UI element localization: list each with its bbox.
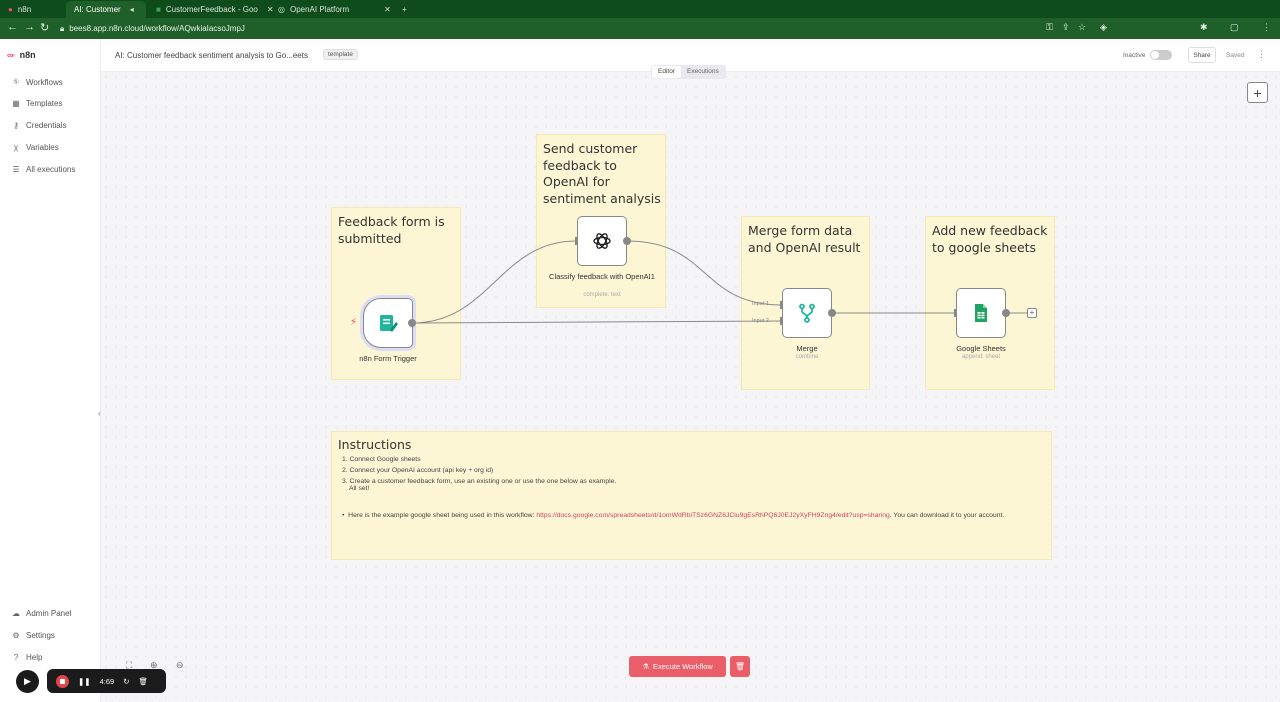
- recording-timer: 4:69: [99, 676, 115, 686]
- input-label: Input 1: [752, 301, 769, 307]
- node-label: Merge: [796, 344, 818, 353]
- merge-icon: [799, 303, 815, 323]
- input-label: Input 2: [752, 318, 769, 324]
- screen-recorder-bar: ❚❚ 4:69 ↻ 🗑︎: [47, 669, 166, 693]
- trash-icon[interactable]: 🗑︎: [138, 677, 148, 686]
- node-subtitle: combine: [795, 354, 819, 360]
- google-sheets-icon: [975, 304, 987, 322]
- output-handle[interactable]: [828, 309, 836, 317]
- output-handle[interactable]: [623, 237, 631, 245]
- instruction-step: 3. Create a customer feedback form, use …: [342, 478, 617, 492]
- node-form-trigger[interactable]: [363, 298, 413, 348]
- instruction-step: 2. Connect your OpenAI account (api key …: [342, 467, 494, 474]
- instruction-step: 1. Connect Google sheets: [342, 456, 421, 463]
- output-handle[interactable]: [408, 319, 416, 327]
- node-google-sheets[interactable]: [956, 288, 1006, 338]
- output-handle[interactable]: [1002, 309, 1010, 317]
- add-node-plus-icon[interactable]: +: [1027, 308, 1037, 318]
- node-label: Google Sheets: [956, 344, 1006, 353]
- openai-icon: [593, 233, 611, 249]
- pause-icon[interactable]: ❚❚: [78, 677, 91, 686]
- sticky-note-instructions[interactable]: Instructions 1. Connect Google sheets 2.…: [331, 431, 1052, 560]
- node-label: n8n Form Trigger: [359, 354, 417, 363]
- execute-workflow-button[interactable]: ⚗ Execute Workflow: [629, 656, 726, 677]
- node-openai[interactable]: [577, 216, 627, 266]
- node-subtitle: complete: text: [583, 292, 621, 298]
- delete-button[interactable]: 🗑︎: [730, 656, 750, 677]
- flask-icon: ⚗: [642, 662, 649, 671]
- instruction-bullet: • Here is the example google sheet being…: [342, 512, 1005, 519]
- node-label: Classify feedback with OpenAI1: [549, 272, 655, 281]
- connection-trigger-merge: [411, 320, 783, 324]
- node-merge[interactable]: [782, 288, 832, 338]
- zoom-out-icon[interactable]: ⊖: [176, 660, 184, 671]
- connection-trigger-openai: [411, 240, 577, 324]
- form-icon: [380, 315, 398, 332]
- instructions-title: Instructions: [338, 437, 412, 452]
- trash-icon: 🗑︎: [734, 662, 746, 671]
- example-sheet-link[interactable]: https://docs.google.com/spreadsheets/d/1…: [536, 512, 889, 519]
- camera-icon[interactable]: ▶: [16, 670, 39, 693]
- connections: [411, 240, 1027, 324]
- trigger-bolt-icon: ⚡︎: [350, 317, 358, 328]
- node-subtitle: append: sheet: [961, 354, 1001, 360]
- stop-recording-button[interactable]: [56, 674, 69, 688]
- restart-icon[interactable]: ↻: [123, 677, 129, 686]
- instructions-list: 1. Connect Google sheets 2. Connect your…: [342, 456, 616, 496]
